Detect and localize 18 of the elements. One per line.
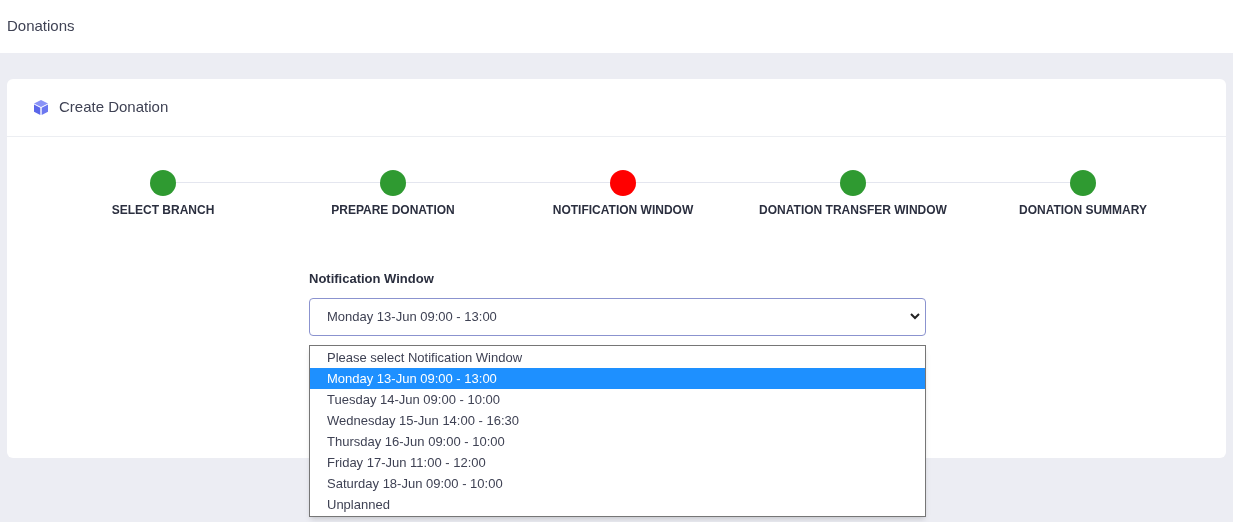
step-label: PREPARE DONATION	[331, 202, 455, 219]
step-label: SELECT BRANCH	[111, 202, 215, 219]
dropdown-option[interactable]: Tuesday 14-Jun 09:00 - 10:00	[310, 389, 925, 410]
dropdown-option[interactable]: Thursday 16-Jun 09:00 - 10:00	[310, 431, 925, 452]
dropdown-option[interactable]: Wednesday 15-Jun 14:00 - 16:30	[310, 410, 925, 431]
dropdown-option[interactable]: Friday 17-Jun 11:00 - 12:00	[310, 452, 925, 473]
field-label: Notification Window	[309, 270, 435, 288]
page-title: Donations	[7, 16, 75, 37]
box-icon	[33, 99, 49, 116]
dropdown-option[interactable]: Please select Notification Window	[310, 347, 925, 368]
step-label: DONATION TRANSFER WINDOW	[759, 202, 947, 219]
step-label: NOTIFICATION WINDOW	[552, 202, 694, 219]
dropdown-option[interactable]: Saturday 18-Jun 09:00 - 10:00	[310, 473, 925, 494]
card-title: Create Donation	[59, 97, 169, 118]
chevron-down-icon	[910, 313, 920, 320]
select-field[interactable]: Monday 13-Jun 09:00 - 13:00	[309, 297, 926, 336]
step-label: DONATION SUMMARY	[1019, 202, 1147, 219]
dropdown-option[interactable]: Unplanned	[310, 494, 925, 515]
